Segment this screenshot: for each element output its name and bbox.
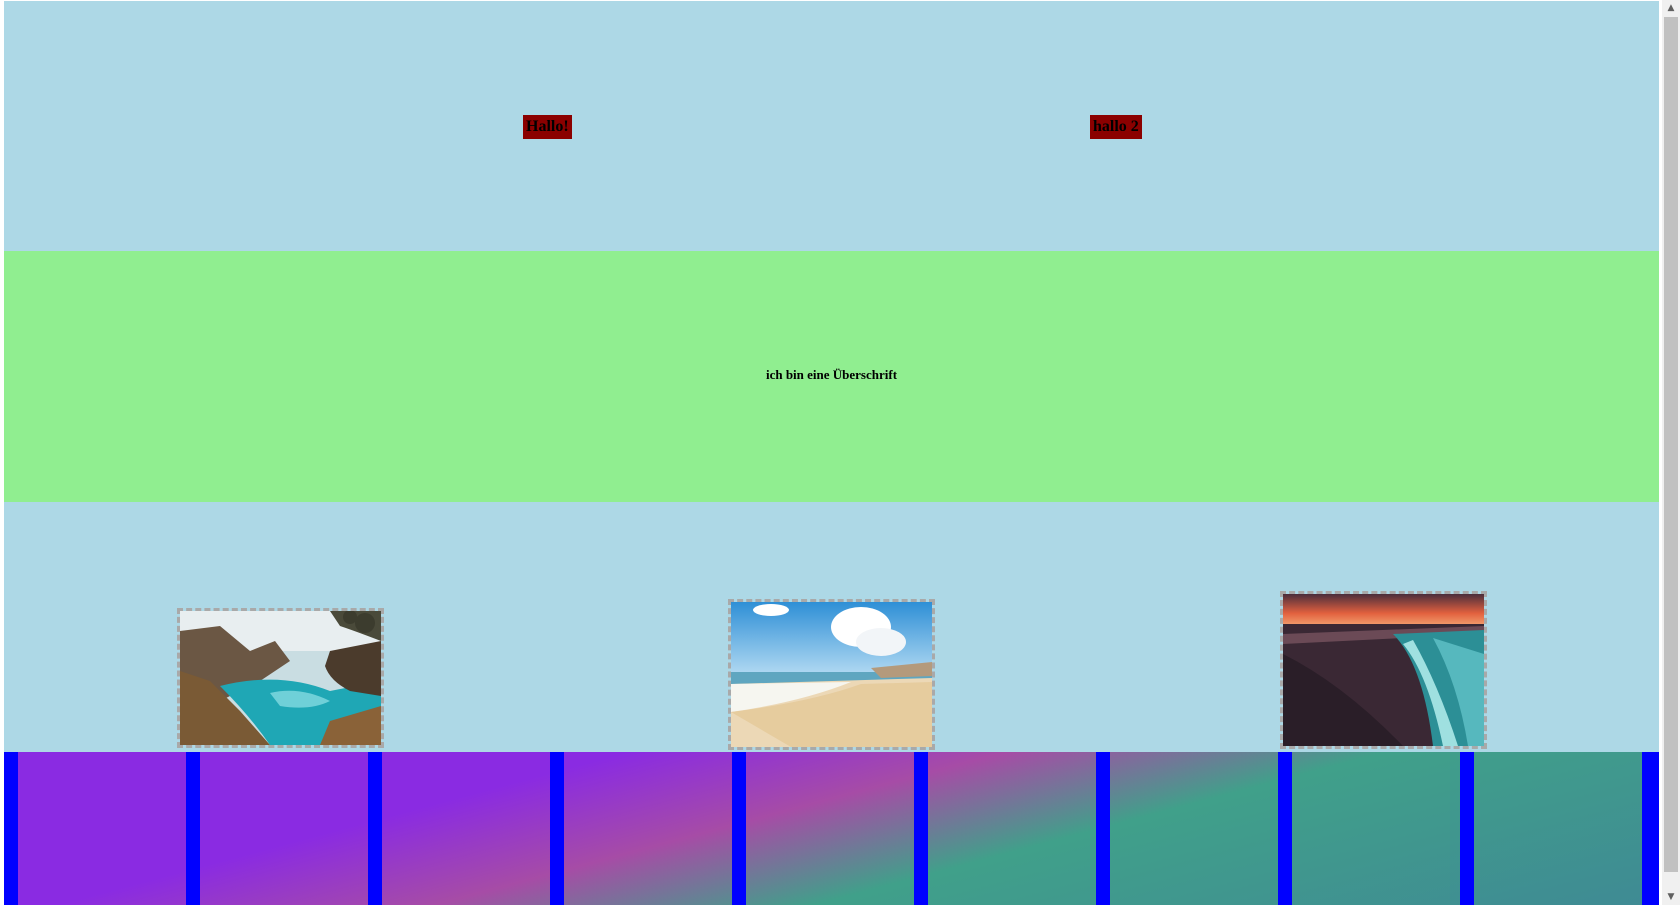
middle-section: ich bin eine Überschrift xyxy=(4,251,1659,502)
triangle-down-icon[interactable]: ▼ xyxy=(1662,889,1680,905)
triangle-up-icon[interactable]: ▲ xyxy=(1662,0,1680,16)
top-section: Hallo! hallo 2 xyxy=(4,1,1659,251)
page-headline: ich bin eine Überschrift xyxy=(765,367,898,382)
scrollbar-thumb[interactable] xyxy=(1664,17,1678,872)
greeting-label-2: hallo 2 xyxy=(1090,115,1142,139)
gradient-tile xyxy=(928,752,1096,905)
page: Hallo! hallo 2 ich bin eine Überschrift xyxy=(4,1,1659,905)
image-gallery xyxy=(4,502,1659,752)
greeting-label-1: Hallo! xyxy=(523,115,572,139)
gradient-tile xyxy=(1292,752,1460,905)
gradient-tile xyxy=(382,752,550,905)
gradient-tile xyxy=(18,752,186,905)
gradient-tile xyxy=(200,752,368,905)
gradient-tile xyxy=(746,752,914,905)
vertical-scrollbar[interactable]: ▲ ▼ xyxy=(1662,0,1680,905)
gradient-tile xyxy=(1110,752,1278,905)
gallery-image-cove xyxy=(177,608,384,748)
gradient-tile xyxy=(1474,752,1642,905)
gallery-image-beach xyxy=(728,599,935,750)
gradient-tile xyxy=(564,752,732,905)
gallery-image-sunset-shore xyxy=(1280,591,1487,749)
gradient-tile-strip xyxy=(4,752,1659,905)
